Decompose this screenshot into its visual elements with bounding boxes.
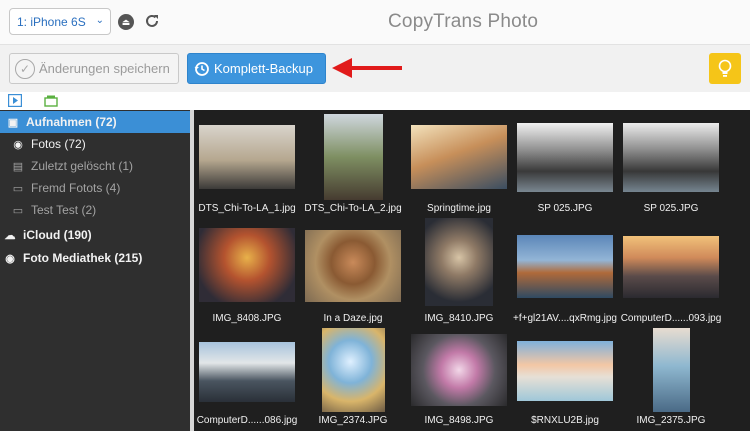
refresh-icon[interactable] [143, 12, 161, 30]
sidebar-item-label: Zuletzt gelöscht (1) [31, 159, 134, 173]
sidebar: ▣ Aufnahmen (72) ◉ Fotos (72) ▤ Zuletzt … [0, 110, 190, 431]
photo-tile[interactable]: In a Daze.jpg [300, 220, 406, 324]
save-changes-button[interactable]: ✓ Änderungen speichern [9, 53, 179, 84]
sidebar-item-label: Fremd Fotots (4) [31, 181, 121, 195]
photo-caption: ComputerD......086.jpg [196, 415, 298, 426]
play-mode-icon[interactable] [8, 94, 22, 107]
photo-thumbnail[interactable] [517, 123, 613, 192]
album-icon: ▭ [12, 204, 24, 217]
photo-tile[interactable]: DTS_Chi-To-LA_2.jpg [300, 110, 406, 214]
photo-thumbnail[interactable] [653, 328, 690, 412]
photo-thumbnail[interactable] [623, 123, 719, 192]
photo-tile[interactable]: IMG_8410.JPG [406, 218, 512, 324]
photo-thumbnail[interactable] [517, 235, 613, 298]
photo-caption: IMG_8498.JPG [424, 415, 494, 426]
photo-tile[interactable]: ComputerD......093.jpg [618, 220, 724, 324]
app-logo: CopyTrans Photo [388, 6, 538, 38]
lightbulb-icon [718, 59, 732, 77]
sidebar-item-fotos[interactable]: ◉ Fotos (72) [0, 133, 190, 155]
photo-tile[interactable]: $RNXLU2B.jpg [512, 322, 618, 426]
photo-tile[interactable]: IMG_2374.JPG [300, 322, 406, 426]
sidebar-item-label: Test Test (2) [31, 203, 97, 217]
photo-caption: IMG_2374.JPG [318, 415, 388, 426]
photo-tile[interactable]: Springtime.jpg [406, 110, 512, 214]
top-bar: 1: iPhone 6S ⌄ ⏏ CopyTrans Photo [0, 0, 750, 44]
camera-roll-icon: ▣ [7, 116, 19, 129]
camera-icon: ◉ [5, 252, 15, 265]
sidebar-item-fremd-fotots[interactable]: ▭ Fremd Fotots (4) [0, 177, 190, 199]
photo-thumbnail[interactable] [322, 328, 385, 412]
photo-thumbnail[interactable] [324, 114, 383, 200]
photo-thumbnail[interactable] [199, 125, 295, 189]
photo-thumbnail[interactable] [425, 218, 493, 306]
sidebar-item-label: Foto Mediathek (215) [23, 251, 143, 265]
cloud-icon: ☁ [4, 229, 16, 242]
chevron-down-icon: ⌄ [95, 15, 104, 26]
sidebar-item-recently-deleted[interactable]: ▤ Zuletzt gelöscht (1) [0, 155, 190, 177]
photo-caption: DTS_Chi-To-LA_1.jpg [198, 203, 296, 214]
photo-tile[interactable]: DTS_Chi-To-LA_1.jpg [194, 110, 300, 214]
trash-icon: ▤ [12, 160, 24, 173]
photo-tile[interactable]: IMG_8498.JPG [406, 322, 512, 426]
photo-thumbnail[interactable] [411, 334, 507, 406]
device-select[interactable]: 1: iPhone 6S ⌄ [9, 8, 111, 35]
photo-tile[interactable]: IMG_8408.JPG [194, 220, 300, 324]
photo-thumbnail[interactable] [305, 230, 401, 302]
lightbulb-button[interactable] [709, 53, 741, 84]
photo-caption: IMG_2375.JPG [636, 415, 706, 426]
photo-tile[interactable]: IMG_2375.JPG [618, 322, 724, 426]
sidebar-item-label: iCloud (190) [23, 228, 92, 242]
annotation-arrow [332, 58, 402, 78]
sidebar-item-label: Aufnahmen (72) [26, 115, 117, 129]
eject-icon[interactable]: ⏏ [118, 14, 134, 30]
sidebar-item-test-test[interactable]: ▭ Test Test (2) [0, 199, 190, 221]
albums-mode-icon[interactable] [44, 94, 58, 107]
sidebar-item-aufnahmen[interactable]: ▣ Aufnahmen (72) [0, 111, 190, 133]
full-backup-button[interactable]: Komplett-Backup [187, 53, 326, 84]
sidebar-item-foto-mediathek[interactable]: ◉ Foto Mediathek (215) [0, 247, 190, 269]
album-icon: ▭ [12, 182, 24, 195]
photo-thumbnail[interactable] [517, 341, 613, 401]
photo-tile[interactable]: SP 025.JPG [618, 110, 724, 214]
check-circle-icon: ✓ [15, 58, 35, 79]
photo-caption: SP 025.JPG [643, 203, 699, 214]
photo-caption: Springtime.jpg [427, 203, 491, 214]
sidebar-item-icloud[interactable]: ☁ iCloud (190) [0, 224, 190, 246]
photo-thumbnail[interactable] [199, 228, 295, 302]
photo-caption: $RNXLU2B.jpg [531, 415, 599, 426]
history-icon [194, 61, 209, 76]
camera-icon: ◉ [13, 138, 23, 151]
photo-grid: DTS_Chi-To-LA_1.jpg DTS_Chi-To-LA_2.jpg … [194, 110, 750, 431]
sidebar-item-label: Fotos (72) [31, 137, 86, 151]
mode-tabs [0, 92, 195, 110]
photo-caption: SP 025.JPG [537, 203, 593, 214]
photo-caption: DTS_Chi-To-LA_2.jpg [304, 203, 402, 214]
photo-thumbnail[interactable] [623, 236, 719, 298]
photo-tile[interactable]: +f+gl21AV....qxRmg.jpg [512, 220, 618, 324]
device-select-value: 1: iPhone 6S [17, 14, 86, 29]
photo-thumbnail[interactable] [199, 342, 295, 402]
photo-thumbnail[interactable] [411, 125, 507, 189]
save-changes-label: Änderungen speichern [39, 61, 170, 76]
app-title: CopyTrans Photo [388, 11, 539, 32]
photo-tile[interactable]: ComputerD......086.jpg [194, 322, 300, 426]
full-backup-label: Komplett-Backup [214, 61, 313, 76]
photo-tile[interactable]: SP 025.JPG [512, 110, 618, 214]
